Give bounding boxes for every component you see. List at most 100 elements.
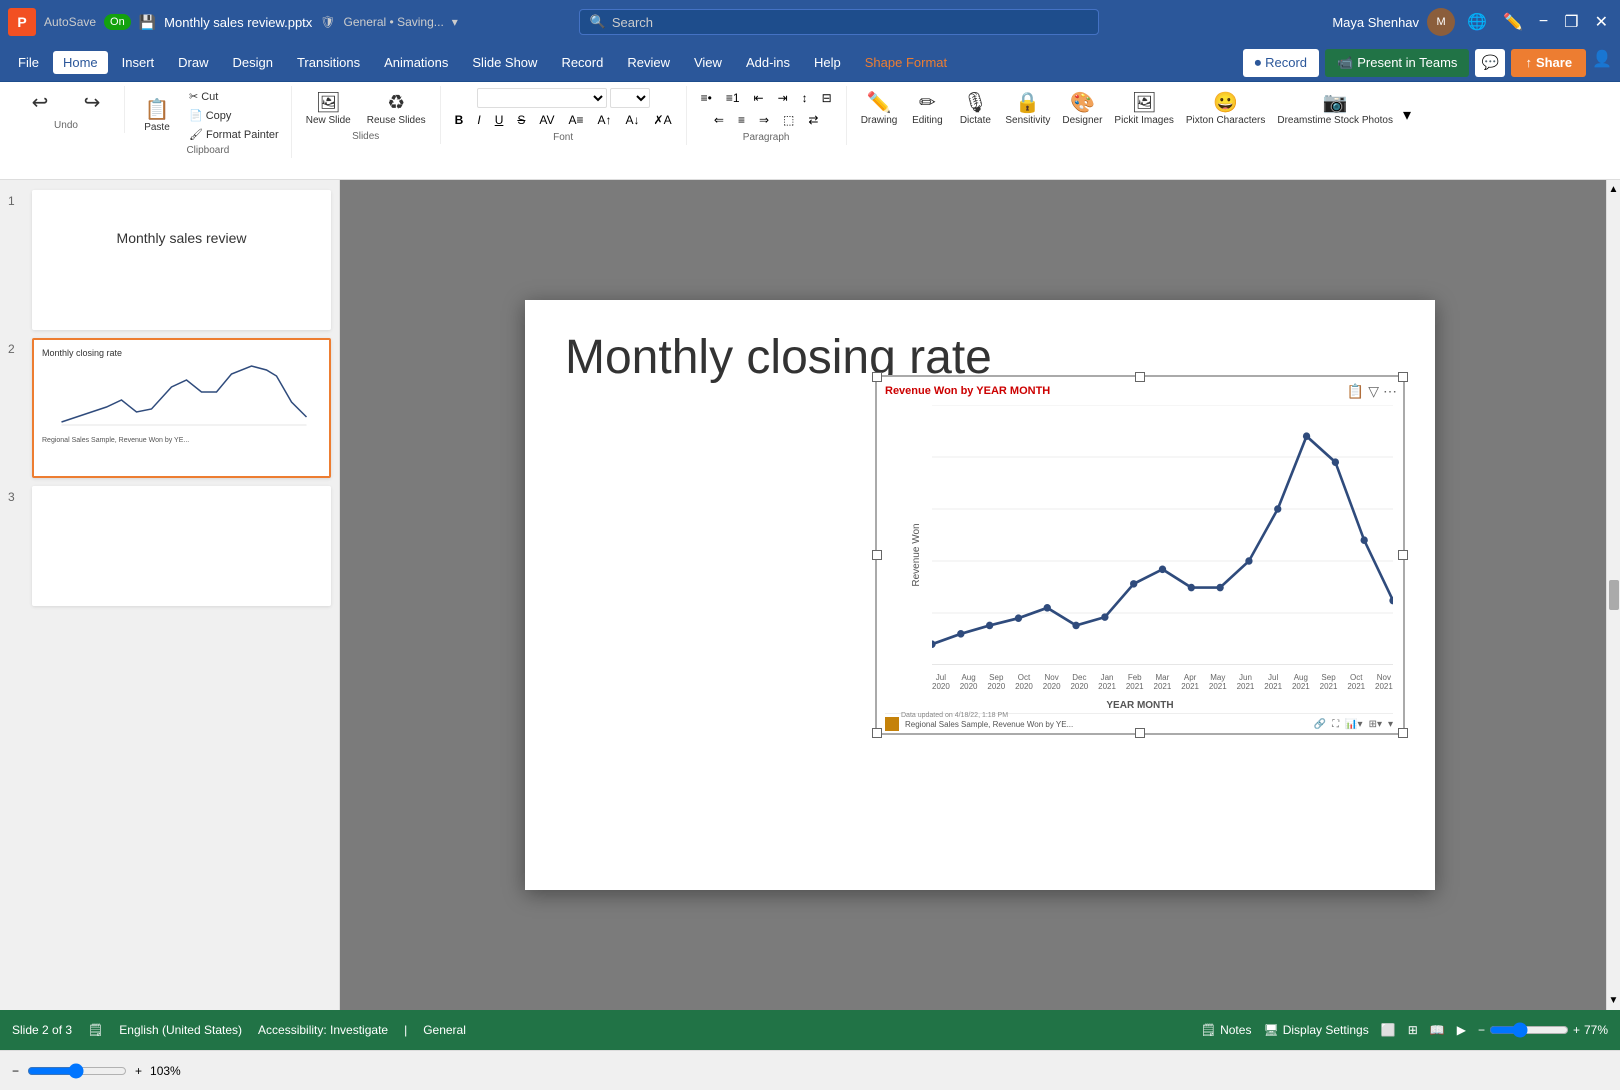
slide-list-item-2[interactable]: 2 Monthly closing rate Regional Sales Sa… [8,338,331,478]
columns-button[interactable]: ⊟ [816,88,838,108]
convert-button[interactable]: ⇄ [802,110,824,130]
editing-button[interactable]: ✏Editing [903,88,951,129]
bottom-zoom-in[interactable]: + [135,1064,142,1078]
display-settings-button[interactable]: 🖥 Display Settings [1263,1023,1368,1037]
menu-view[interactable]: View [684,51,732,74]
menu-draw[interactable]: Draw [168,51,218,74]
scroll-thumb[interactable] [1609,580,1619,610]
redo-button[interactable]: ↪ [68,88,116,118]
bottom-zoom-slider[interactable] [27,1063,127,1079]
chart-expand-icon[interactable]: ⛶ [1332,719,1339,730]
designer-button[interactable]: 🎨Designer [1056,88,1108,129]
bullets-button[interactable]: ≡• [695,88,718,108]
menu-shape-format[interactable]: Shape Format [855,51,957,74]
increase-font-button[interactable]: A↑ [592,110,618,130]
chart-container[interactable]: 📋 ▽ ⋯ Revenue Won by YEAR MONTH Revenue … [875,375,1405,735]
more-commands-button[interactable]: ▾ [1399,101,1415,129]
bold-button[interactable]: B [449,110,470,130]
zoom-in-button[interactable]: + [1573,1023,1580,1037]
slide-canvas[interactable]: Monthly closing rate 📋 ▽ ⋯ [525,300,1435,890]
pickit-images-button[interactable]: 🖼Pickit Images [1108,88,1179,129]
share-button[interactable]: ↑ Share [1511,49,1586,77]
drawing-button[interactable]: ✏️Drawing [855,88,904,129]
menu-file[interactable]: File [8,51,49,74]
menu-transitions[interactable]: Transitions [287,51,370,74]
new-slide-button[interactable]: 🖼New Slide [300,88,357,129]
slide-thumbnail-2[interactable]: Monthly closing rate Regional Sales Samp… [32,338,331,478]
scroll-down-icon[interactable]: ▼ [1609,995,1619,1006]
view-reading-button[interactable]: 📖 [1430,1023,1445,1037]
menu-design[interactable]: Design [223,51,283,74]
numbering-button[interactable]: ≡1 [720,88,746,108]
chart-more-icon[interactable]: ⋯ [1383,383,1397,400]
text-direction-button[interactable]: A≡ [563,110,590,130]
dreamstime-button[interactable]: 📷Dreamstime Stock Photos [1271,88,1399,129]
accessibility-button[interactable]: Accessibility: Investigate [258,1023,388,1037]
autosave-toggle[interactable]: On [104,14,131,30]
scroll-up-button[interactable]: ▲ ▼ [1606,180,1620,1010]
chart-bar-icon[interactable]: 📊▾ [1345,719,1362,730]
pen-icon[interactable]: ✏️ [1499,8,1527,36]
avatar[interactable]: M [1427,8,1455,36]
pixton-characters-button[interactable]: 😀Pixton Characters [1180,88,1271,129]
indent-decrease-button[interactable]: ⇤ [748,88,770,108]
view-slideshow-button[interactable]: ▶ [1457,1023,1466,1037]
align-right-button[interactable]: ⇒ [753,110,775,130]
record-button[interactable]: ⏺ Record [1243,49,1319,77]
indent-increase-button[interactable]: ⇥ [772,88,794,108]
notes-icon[interactable]: 🗒 [88,1023,103,1037]
legend-link-icon[interactable]: 🔗 [1314,719,1326,730]
menu-addins[interactable]: Add-ins [736,51,800,74]
slide-list-item-1[interactable]: 1 Monthly sales review [8,190,331,330]
underline-button[interactable]: U [489,110,510,130]
view-slide-sorter-button[interactable]: ⊞ [1408,1023,1418,1037]
menu-insert[interactable]: Insert [112,51,165,74]
canvas-area[interactable]: ▲ ▼ Monthly closing rate [340,180,1620,1010]
slide-thumbnail-3[interactable] [32,486,331,606]
slide-thumbnail-1[interactable]: Monthly sales review [32,190,331,330]
slide-list-item-3[interactable]: 3 [8,486,331,606]
globe-icon[interactable]: 🌐 [1463,8,1491,36]
cut-button[interactable]: ✂Cut [185,88,283,105]
sensitivity-button[interactable]: 🔒Sensitivity [999,88,1056,129]
bottom-zoom-out[interactable]: − [12,1064,19,1078]
format-painter-button[interactable]: 🖌Format Painter [185,126,283,143]
undo-button[interactable]: ↩ [16,88,64,118]
chart-more-btn[interactable]: ▾ [1388,719,1393,730]
strikethrough-button[interactable]: S [511,110,531,130]
smartart-button[interactable]: ⬚ [777,110,800,130]
view-normal-button[interactable]: ⬜ [1381,1023,1396,1037]
search-box[interactable]: 🔍 Search [579,9,1099,35]
reuse-slides-button[interactable]: ♻Reuse Slides [361,88,432,129]
close-button[interactable]: ✕ [1591,8,1612,36]
chart-filter-icon[interactable]: ▽ [1368,383,1379,400]
chart-table-icon[interactable]: ⊞▾ [1369,719,1382,730]
zoom-slider[interactable] [1489,1022,1569,1038]
character-spacing-button[interactable]: AV [533,110,560,130]
decrease-font-button[interactable]: A↓ [620,110,646,130]
line-spacing-button[interactable]: ↕ [796,88,814,108]
font-size-select[interactable] [610,88,650,108]
present-in-teams-button[interactable]: 📹 Present in Teams [1325,49,1469,77]
menu-slideshow[interactable]: Slide Show [462,51,547,74]
menu-help[interactable]: Help [804,51,851,74]
minimize-button[interactable]: − [1535,9,1552,35]
notes-button[interactable]: 🗒 Notes [1201,1023,1252,1037]
menu-animations[interactable]: Animations [374,51,458,74]
restore-button[interactable]: ❐ [1560,8,1582,36]
menu-record[interactable]: Record [551,51,613,74]
account-icon[interactable]: 👤 [1592,49,1612,77]
save-dropdown-icon[interactable]: ▾ [452,15,458,29]
comment-button[interactable]: 💬 [1475,49,1505,77]
font-family-select[interactable] [477,88,607,108]
align-left-button[interactable]: ⇐ [708,110,730,130]
menu-review[interactable]: Review [617,51,680,74]
italic-button[interactable]: I [471,110,486,130]
clear-format-button[interactable]: ✗A [648,110,678,130]
chart-copy-icon[interactable]: 📋 [1347,383,1364,400]
align-center-button[interactable]: ≡ [732,110,751,130]
zoom-out-button[interactable]: − [1478,1023,1485,1037]
copy-button[interactable]: 📄Copy [185,107,283,124]
scroll-up-icon[interactable]: ▲ [1609,184,1619,195]
dictate-button[interactable]: 🎙Dictate [951,88,999,129]
